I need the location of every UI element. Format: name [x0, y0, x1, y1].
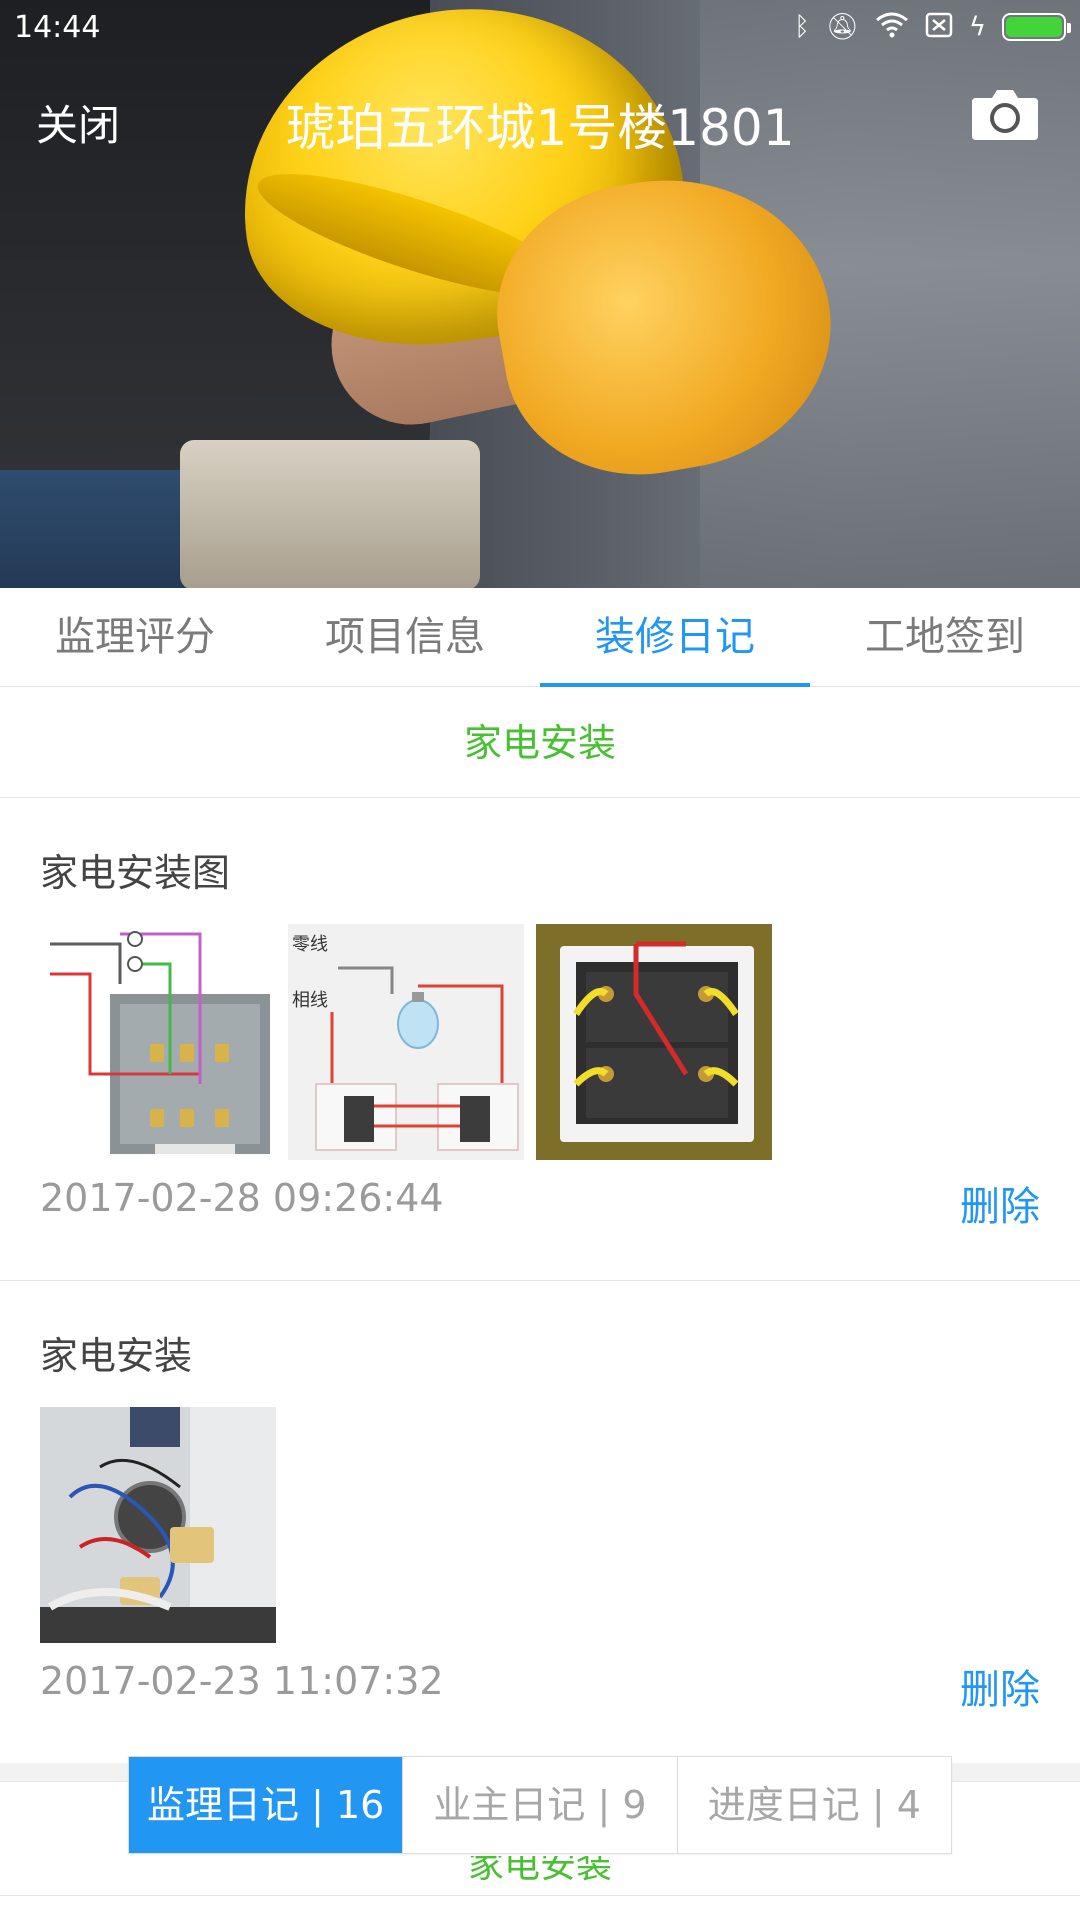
entry-photo[interactable] [40, 924, 276, 1160]
diary-entry: 家电安装 2017-02-23 11:07:32 删除 [0, 1281, 1080, 1763]
status-bar: 14:44 ᛒ 🔕︎ ϟ [0, 0, 1080, 54]
next-section-title: 家电安装 [467, 1856, 612, 1886]
diagram-label-live: 相线 [292, 990, 328, 1011]
nav-bar: 关闭 琥珀五环城1号楼1801 [0, 70, 1080, 170]
diary-entry: 家电安装图 零线 相线 2017-02-28 09:26:44 删除 [0, 798, 1080, 1280]
segment-progress-diary[interactable]: 进度日记 | 4 [676, 1757, 951, 1853]
battery-icon [1002, 13, 1071, 41]
entry-timestamp: 2017-02-28 09:26:44 [40, 1176, 444, 1220]
status-time: 14:44 [14, 9, 101, 45]
segment-owner-diary[interactable]: 业主日记 | 9 [402, 1757, 676, 1853]
charging-icon: ϟ [968, 12, 986, 42]
bluetooth-icon: ᛒ [794, 12, 810, 42]
segment-supervisor-diary[interactable]: 监理日记 | 16 [129, 1757, 403, 1853]
sim-off-icon [925, 12, 953, 43]
diagram-label-neutral: 零线 [292, 934, 328, 955]
camera-icon[interactable] [970, 86, 1040, 142]
diary-type-switcher: 监理日记 | 16 业主日记 | 9 进度日记 | 4 [128, 1756, 952, 1854]
tab-renovation-diary[interactable]: 装修日记 [540, 588, 810, 687]
tab-supervision-score[interactable]: 监理评分 [0, 588, 270, 686]
delete-button[interactable]: 删除 [960, 1657, 1040, 1715]
section-title: 家电安装 [0, 688, 1080, 798]
tab-bar: 监理评分 项目信息 装修日记 工地签到 [0, 588, 1080, 687]
entry-title: 家电安装 [40, 1334, 193, 1378]
page-title: 琥珀五环城1号楼1801 [285, 99, 795, 157]
entry-photo[interactable] [536, 924, 772, 1160]
entry-title: 家电安装图 [40, 851, 231, 895]
tab-site-checkin[interactable]: 工地签到 [810, 588, 1080, 686]
wifi-icon [875, 12, 909, 43]
entry-photo[interactable] [40, 1407, 276, 1643]
entry-photo[interactable]: 零线 相线 [288, 924, 524, 1160]
tab-project-info[interactable]: 项目信息 [270, 588, 540, 686]
delete-button[interactable]: 删除 [960, 1174, 1040, 1232]
mute-icon: 🔕︎ [825, 12, 859, 42]
entry-timestamp: 2017-02-23 11:07:32 [40, 1659, 444, 1703]
